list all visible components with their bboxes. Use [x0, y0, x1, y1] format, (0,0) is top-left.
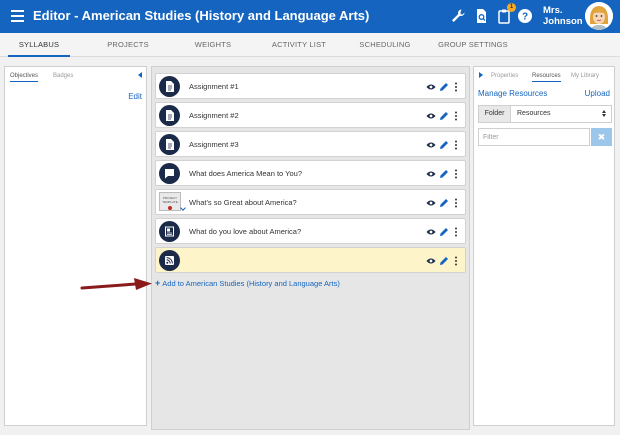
eye-icon[interactable] [426, 140, 436, 150]
pencil-icon[interactable] [439, 111, 449, 121]
pencil-icon[interactable] [439, 256, 449, 266]
pencil-icon[interactable] [439, 198, 449, 208]
add-item-link[interactable]: + Add to American Studies (History and La… [155, 278, 340, 288]
list-item[interactable]: Assignment #3 [155, 131, 466, 157]
more-options-icon[interactable] [451, 227, 461, 237]
discussion-icon [159, 163, 180, 184]
more-options-icon[interactable] [451, 82, 461, 92]
right-panel: Properties Resources My Library Manage R… [473, 66, 615, 426]
tab-badges[interactable]: Badges [53, 73, 73, 81]
more-options-icon[interactable] [451, 169, 461, 179]
svg-text:?: ? [522, 12, 528, 23]
more-options-icon[interactable] [451, 140, 461, 150]
notification-badge: 1 [507, 3, 516, 12]
item-title: Assignment #3 [189, 140, 239, 149]
wrench-icon[interactable] [450, 8, 466, 24]
more-options-icon[interactable] [451, 256, 461, 266]
item-title: Assignment #2 [189, 111, 239, 120]
user-name[interactable]: Mrs. Johnson [543, 5, 583, 27]
tab-group-settings[interactable]: GROUP SETTINGS [433, 33, 513, 57]
pencil-icon[interactable] [439, 140, 449, 150]
item-title: What's so Great about America? [189, 198, 297, 207]
clipboard-icon[interactable]: 1 [496, 3, 516, 24]
clear-filter-button[interactable]: ✖ [591, 128, 612, 146]
tab-activity-list[interactable]: ACTIVITY LIST [266, 33, 332, 57]
rss-icon [159, 250, 180, 271]
eye-icon[interactable] [426, 169, 436, 179]
folder-label: Folder [479, 106, 511, 122]
project-template-thumbnail: PROJECT TEMPLATE [159, 192, 181, 211]
document-icon [159, 134, 180, 155]
item-title: What do you love about America? [189, 227, 302, 236]
tab-syllabus[interactable]: SYLLABUS [8, 33, 70, 57]
folder-select[interactable]: Folder Resources [478, 105, 612, 123]
collapse-right-icon[interactable] [479, 72, 483, 78]
item-title: Assignment #1 [189, 82, 239, 91]
edit-link[interactable]: Edit [128, 92, 142, 101]
more-options-icon[interactable] [451, 111, 461, 121]
pencil-icon[interactable] [439, 227, 449, 237]
tab-projects[interactable]: PROJECTS [98, 33, 158, 57]
more-options-icon[interactable] [451, 198, 461, 208]
eye-icon[interactable] [426, 227, 436, 237]
select-arrows-icon [602, 110, 607, 119]
list-item[interactable]: What do you love about America? [155, 218, 466, 244]
app-header: Editor - American Studies (History and L… [0, 0, 620, 33]
list-item[interactable]: PROJECT TEMPLATE What's so Great about A… [155, 189, 466, 215]
plus-icon: + [155, 278, 161, 288]
tab-my-library[interactable]: My Library [571, 73, 599, 81]
manage-resources-link[interactable]: Manage Resources [478, 89, 547, 98]
list-item[interactable] [155, 247, 466, 273]
eye-icon[interactable] [426, 256, 436, 266]
list-item[interactable]: What does America Mean to You? [155, 160, 466, 186]
eye-icon[interactable] [426, 82, 436, 92]
chevron-down-icon[interactable] [180, 205, 186, 211]
annotation-arrow-icon [80, 275, 155, 295]
pencil-icon[interactable] [439, 169, 449, 179]
eye-icon[interactable] [426, 198, 436, 208]
tab-properties[interactable]: Properties [491, 73, 518, 81]
tab-weights[interactable]: WEIGHTS [183, 33, 243, 57]
page-icon [159, 221, 180, 242]
list-item[interactable]: Assignment #1 [155, 73, 466, 99]
eye-icon[interactable] [426, 111, 436, 121]
document-search-icon[interactable] [473, 8, 489, 24]
tab-scheduling[interactable]: SCHEDULING [352, 33, 418, 57]
main-nav: SYLLABUS PROJECTS WEIGHTS ACTIVITY LIST … [0, 33, 620, 57]
list-item[interactable]: Assignment #2 [155, 102, 466, 128]
left-panel: Objectives Badges Edit [4, 66, 147, 426]
pencil-icon[interactable] [439, 82, 449, 92]
collapse-left-icon[interactable] [138, 72, 142, 78]
help-icon[interactable]: ? [517, 8, 533, 24]
tab-objectives[interactable]: Objectives [10, 73, 39, 82]
tab-resources[interactable]: Resources [532, 73, 561, 82]
document-icon [159, 76, 180, 97]
item-title: What does America Mean to You? [189, 169, 302, 178]
hamburger-menu-icon[interactable] [11, 10, 24, 22]
filter-input[interactable] [478, 128, 590, 146]
upload-link[interactable]: Upload [585, 89, 610, 98]
document-icon [159, 105, 180, 126]
folder-value[interactable]: Resources [513, 106, 611, 122]
avatar[interactable] [585, 2, 613, 30]
page-title: Editor - American Studies (History and L… [33, 8, 370, 23]
